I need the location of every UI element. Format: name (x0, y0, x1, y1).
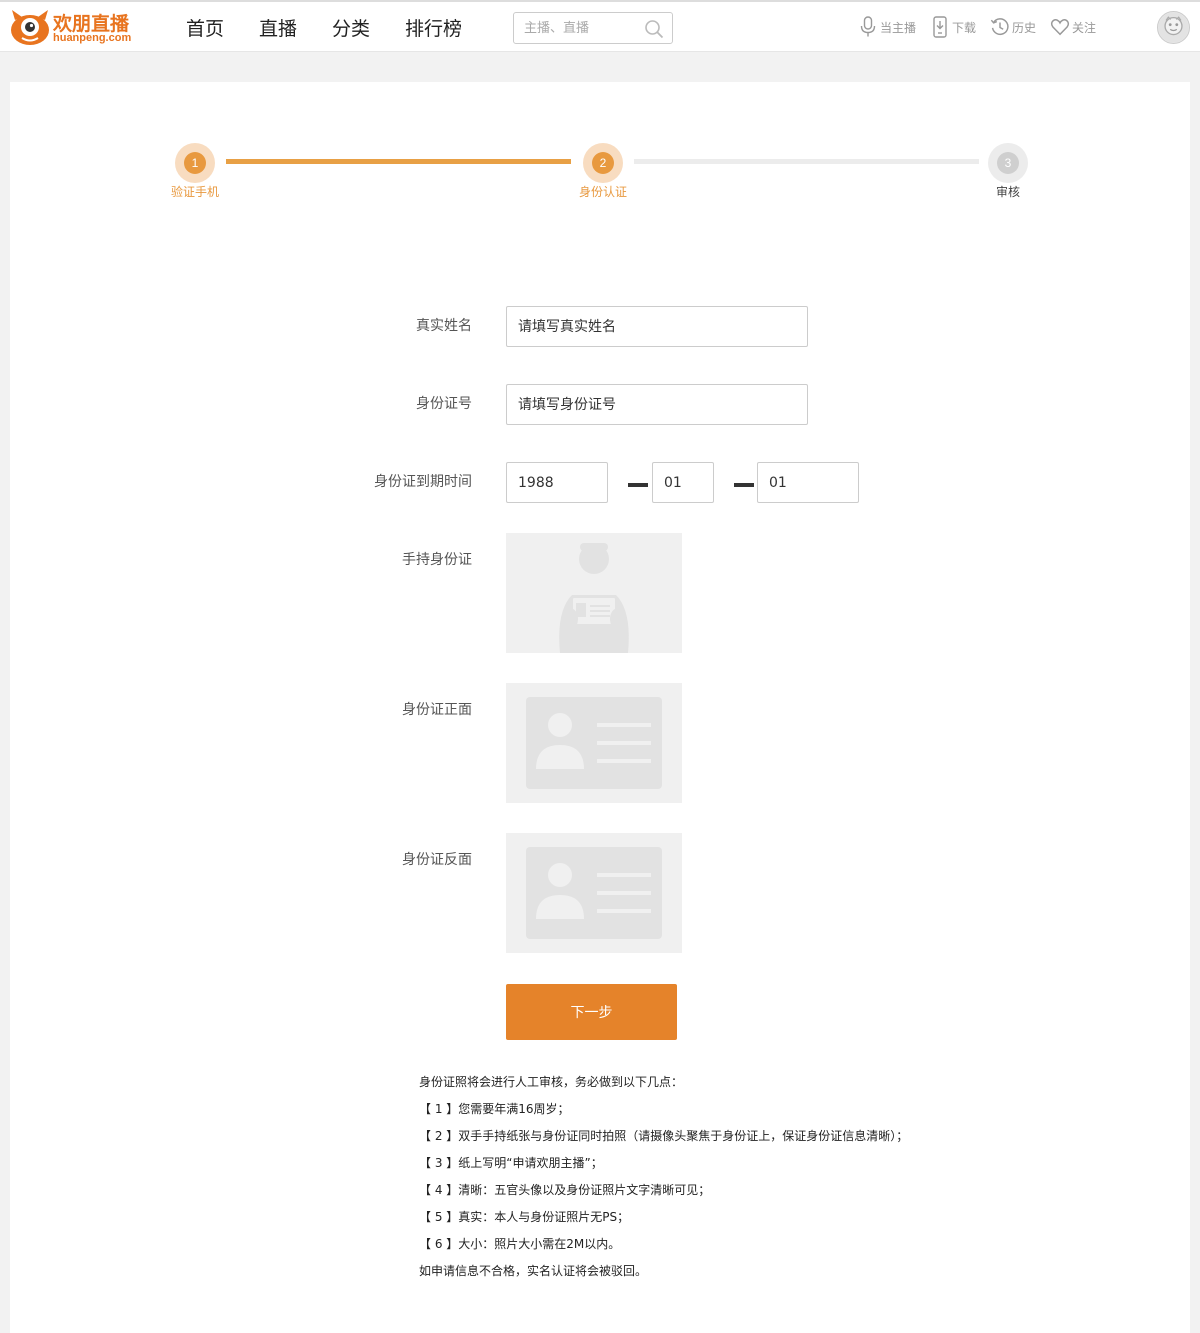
become-anchor-link[interactable]: 当主播 (858, 16, 916, 38)
top-links: 当主播 下载 历史 关注 (858, 16, 1110, 38)
top-header: 欢朋直播 huanpeng.com 首页 直播 分类 排行榜 当主播 (0, 0, 1200, 52)
search-box (513, 12, 673, 44)
expiry-month-input[interactable] (652, 462, 714, 503)
id-card-front-icon (506, 683, 682, 803)
id-card-back-icon (506, 833, 682, 953)
history-link[interactable]: 历史 (990, 16, 1036, 38)
step-3-marker: 3 (988, 143, 1028, 183)
search-input[interactable] (514, 13, 642, 43)
expiry-year-input[interactable] (506, 462, 608, 503)
note-item-2: 【 2 】双手手持纸张与身份证同时拍照（请摄像头聚焦于身份证上，保证身份证信息清… (419, 1129, 909, 1143)
step-3-number: 3 (997, 152, 1019, 174)
nav-live[interactable]: 直播 (259, 14, 297, 41)
person-holding-id-icon (506, 533, 682, 653)
download-link[interactable]: 下载 (930, 16, 976, 38)
step-1-number: 1 (184, 152, 206, 174)
logo-mascot-icon (11, 10, 49, 45)
step-1-marker: 1 (175, 143, 215, 183)
history-label: 历史 (1012, 20, 1037, 35)
download-label: 下载 (952, 20, 977, 35)
notes-outro: 如申请信息不合格，实名认证将会被驳回。 (419, 1264, 648, 1278)
step-2-number: 2 (592, 152, 614, 174)
follow-link[interactable]: 关注 (1050, 16, 1096, 38)
phone-download-icon (933, 16, 947, 38)
note-item-1: 【 1 】您需要年满16周岁； (419, 1102, 570, 1116)
user-avatar[interactable] (1157, 11, 1190, 44)
nav-category[interactable]: 分类 (332, 14, 370, 41)
step-line-1-2 (226, 159, 571, 164)
follow-label: 关注 (1072, 20, 1097, 35)
logo[interactable]: 欢朋直播 huanpeng.com (10, 8, 135, 48)
note-item-5: 【 5 】真实：本人与身份证照片无PS； (419, 1210, 630, 1224)
date-separator-2 (734, 483, 754, 487)
avatar-icon (1158, 12, 1189, 43)
expiry-day-input[interactable] (757, 462, 859, 503)
real-name-label: 真实姓名 (416, 318, 472, 334)
step-1-label: 验证手机 (171, 185, 220, 199)
microphone-icon (860, 16, 876, 37)
id-number-label: 身份证号 (416, 396, 472, 412)
next-step-button[interactable]: 下一步 (506, 984, 677, 1040)
id-back-label: 身份证反面 (402, 852, 472, 868)
id-expiry-label: 身份证到期时间 (374, 474, 472, 490)
real-name-input[interactable] (506, 306, 808, 347)
logo-domain: huanpeng.com (53, 32, 132, 44)
handheld-id-label: 手持身份证 (402, 552, 472, 568)
handheld-id-upload[interactable] (506, 533, 682, 653)
step-3-label: 审核 (996, 185, 1021, 199)
main-nav: 首页 直播 分类 排行榜 (186, 14, 497, 41)
review-notes: 身份证照将会进行人工审核，务必做到以下几点： 【 1 】您需要年满16周岁； 【… (419, 1069, 979, 1285)
heart-icon (1050, 19, 1070, 36)
step-2-label: 身份认证 (579, 185, 628, 199)
id-front-label: 身份证正面 (402, 702, 472, 718)
verification-card: 1 验证手机 2 身份认证 3 审核 真实姓名 身份证号 身份证到期时间 手持身… (10, 82, 1190, 1333)
step-2-marker: 2 (583, 143, 623, 183)
id-front-upload[interactable] (506, 683, 682, 803)
nav-ranking[interactable]: 排行榜 (405, 14, 462, 41)
id-number-input[interactable] (506, 384, 808, 425)
note-item-4: 【 4 】清晰：五官头像以及身份证照片文字清晰可见； (419, 1183, 711, 1197)
become-anchor-label: 当主播 (880, 20, 917, 35)
note-item-3: 【 3 】纸上写明“申请欢朋主播”； (419, 1156, 603, 1170)
note-item-6: 【 6 】大小：照片大小需在2M以内。 (419, 1237, 621, 1251)
search-icon[interactable] (644, 19, 664, 39)
history-clock-icon (990, 18, 1009, 36)
step-line-2-3 (634, 159, 979, 164)
notes-intro: 身份证照将会进行人工审核，务必做到以下几点： (419, 1075, 684, 1089)
nav-home[interactable]: 首页 (186, 14, 224, 41)
id-back-upload[interactable] (506, 833, 682, 953)
date-separator-1 (628, 483, 648, 487)
